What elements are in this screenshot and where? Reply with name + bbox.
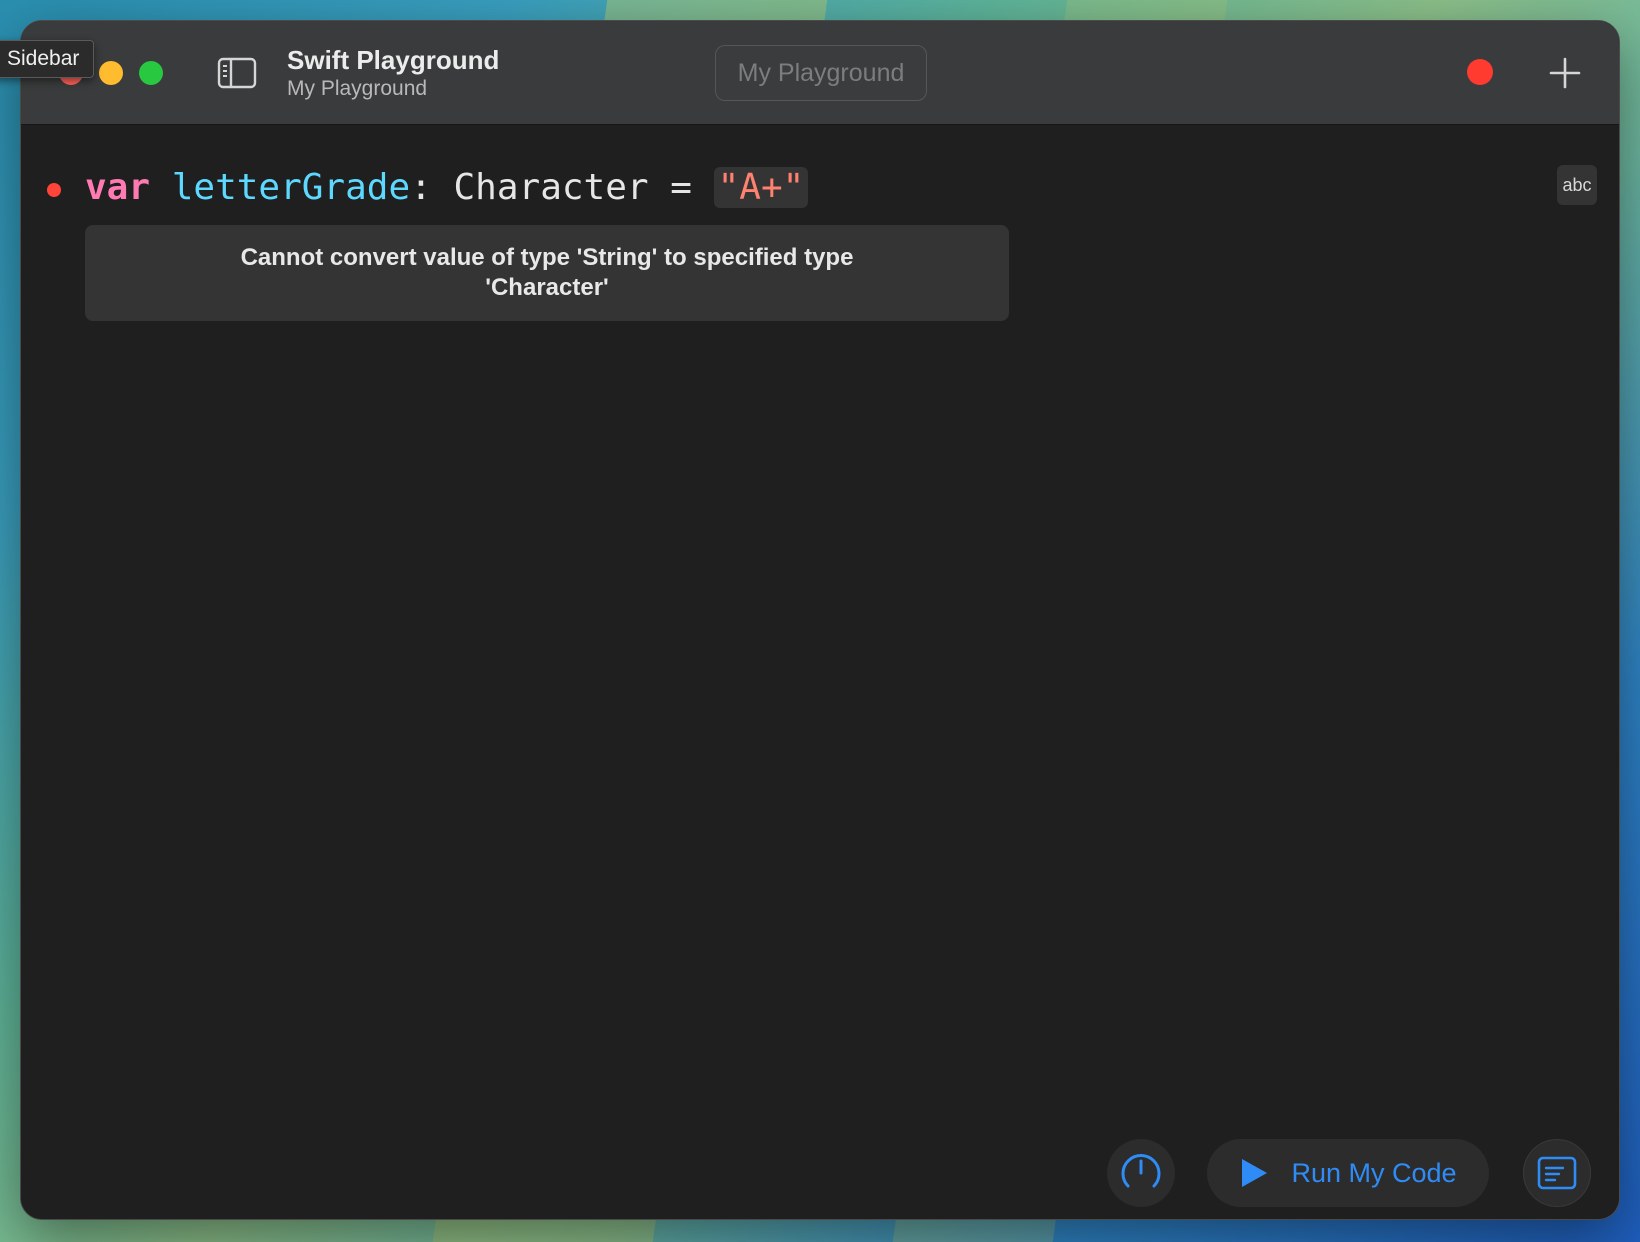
zoom-window-button[interactable] bbox=[139, 61, 163, 85]
code-keyword: var bbox=[85, 167, 151, 208]
record-icon[interactable] bbox=[1467, 59, 1493, 85]
code-assign: = bbox=[648, 167, 714, 208]
error-indicator-icon[interactable] bbox=[47, 183, 61, 197]
console-icon bbox=[1537, 1156, 1577, 1190]
window-title: Swift Playground bbox=[287, 45, 500, 75]
run-button-label: Run My Code bbox=[1291, 1157, 1457, 1188]
code-string-literal: "A+" bbox=[713, 167, 809, 208]
code-type: Character bbox=[453, 167, 649, 208]
play-icon bbox=[1242, 1159, 1268, 1187]
code-identifier: letterGrade bbox=[171, 167, 411, 208]
speed-gauge-icon bbox=[1121, 1154, 1161, 1188]
title-bar: Swift Playground My Playground My Playgr… bbox=[21, 21, 1619, 125]
playground-name-field[interactable]: My Playground bbox=[715, 45, 927, 101]
code-colon: : bbox=[410, 167, 454, 208]
plus-icon bbox=[1549, 57, 1581, 89]
code-line[interactable]: var letterGrade: Character = "A+" bbox=[85, 159, 809, 217]
code-editor[interactable]: var letterGrade: Character = "A+" abc Ca… bbox=[21, 125, 1619, 1219]
sidebar-tooltip: Sidebar bbox=[0, 40, 95, 78]
run-my-code-button[interactable]: Run My Code bbox=[1207, 1139, 1489, 1207]
sidebar-toggle-button[interactable] bbox=[217, 57, 257, 89]
console-toggle-button[interactable] bbox=[1523, 1139, 1591, 1207]
sidebar-icon bbox=[217, 57, 257, 89]
result-badge[interactable]: abc bbox=[1557, 165, 1597, 205]
playground-window: Swift Playground My Playground My Playgr… bbox=[20, 20, 1620, 1220]
minimize-window-button[interactable] bbox=[99, 61, 123, 85]
add-button[interactable] bbox=[1545, 53, 1585, 93]
window-subtitle: My Playground bbox=[287, 77, 428, 100]
error-message: Cannot convert value of type 'String' to… bbox=[85, 225, 1009, 321]
step-speed-button[interactable] bbox=[1107, 1139, 1175, 1207]
